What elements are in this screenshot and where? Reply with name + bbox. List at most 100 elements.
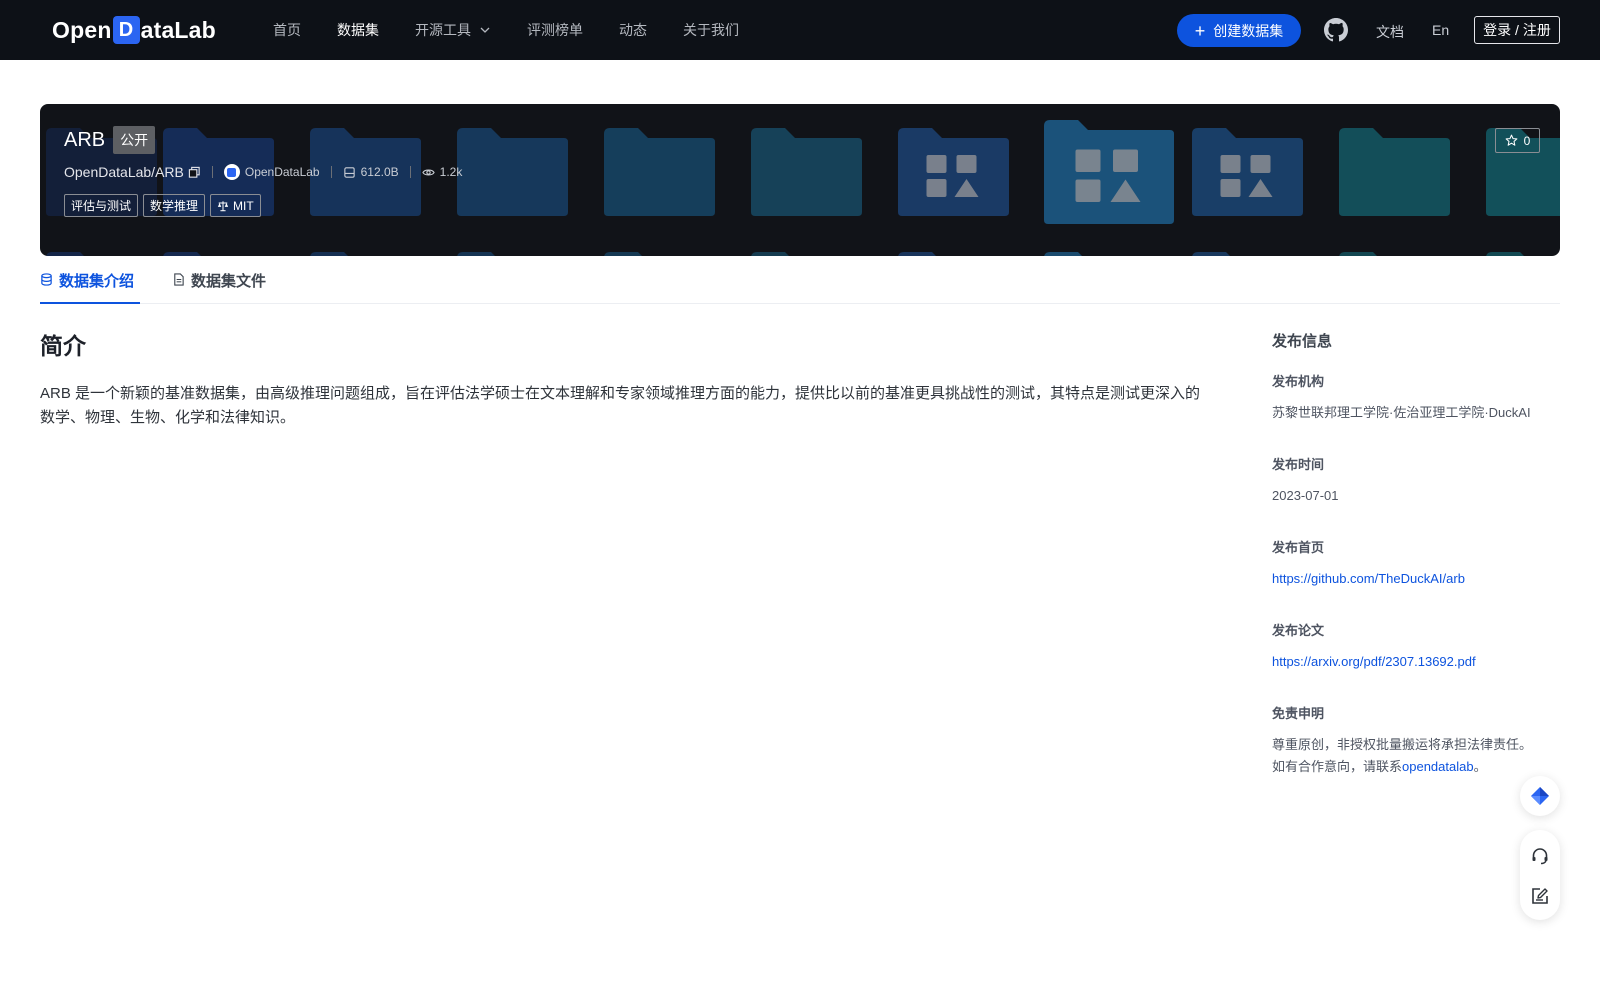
chevron-down-icon <box>480 27 490 33</box>
disclaimer-block: 免责申明 尊重原创，非授权批量搬运将承担法律责任。 如有合作意向，请联系open… <box>1272 703 1562 778</box>
nav-item-label: 动态 <box>619 22 647 38</box>
nav-item-news[interactable]: 动态 <box>619 20 647 40</box>
dataset-meta-row: OpenDataLab/ARB OpenDataLab 612.0B 1.2k <box>64 164 462 180</box>
dataset-org[interactable]: OpenDataLab <box>223 164 320 180</box>
logo-text-prefix: Open <box>52 16 112 43</box>
scale-icon <box>217 200 229 211</box>
publisher-block: 发布机构 苏黎世联邦理工学院·佐治亚理工学院·DuckAI <box>1272 371 1562 424</box>
docs-link[interactable]: 文档 <box>1376 22 1404 42</box>
nav-item-leaderboard[interactable]: 评测榜单 <box>527 20 583 40</box>
meta-divider <box>409 166 411 178</box>
assistant-logo-icon <box>1531 787 1549 805</box>
star-icon <box>1505 134 1518 146</box>
folder-decoration-icon <box>1040 248 1157 256</box>
dataset-size-value: 612.0B <box>360 165 399 179</box>
nav-item-label: 开源工具 <box>415 22 471 38</box>
publisher-label: 发布机构 <box>1272 374 1325 389</box>
release-info-title: 发布信息 <box>1272 333 1333 350</box>
folder-decoration-icon <box>1335 124 1452 218</box>
folder-decoration-icon <box>453 124 570 218</box>
tag-math-reasoning[interactable]: 数学推理 <box>143 194 206 217</box>
release-date-value: 2023-07-01 <box>1272 488 1339 503</box>
tag-evaluation[interactable]: 评估与测试 <box>64 194 139 217</box>
folder-decoration-icon <box>600 124 717 218</box>
main-nav: 首页 数据集 开源工具 评测榜单 动态 关于我们 <box>273 0 775 60</box>
folder-decoration-icon <box>894 248 1011 256</box>
visibility-badge: 公开 <box>113 126 156 154</box>
folder-decoration-icon <box>306 248 423 256</box>
folder-decoration-icon <box>453 248 570 256</box>
folder-decoration-icon <box>1188 248 1305 256</box>
language-switch-link[interactable]: En <box>1432 22 1449 38</box>
folder-decoration-icon <box>747 124 864 218</box>
dataset-views-value: 1.2k <box>439 165 463 179</box>
nav-item-label: 关于我们 <box>683 22 739 38</box>
folder-decoration-icon <box>894 124 1011 218</box>
tab-label: 数据集介绍 <box>59 273 135 290</box>
release-date-block: 发布时间 2023-07-01 <box>1272 454 1562 507</box>
tab-dataset-files[interactable]: 数据集文件 <box>172 270 266 304</box>
contact-link[interactable]: opendatalab <box>1402 759 1474 774</box>
logo-d-mark: D <box>112 16 140 44</box>
plus-icon: + <box>1194 20 1206 41</box>
intro-paragraph: ARB 是一个新颖的基准数据集，由高级推理问题组成，旨在评估法学硕士在文本理解和… <box>40 385 1201 426</box>
folder-decoration-icon <box>1335 248 1452 256</box>
license-tag[interactable]: MIT <box>210 194 261 217</box>
login-register-button[interactable]: 登录 / 注册 <box>1474 16 1560 44</box>
folder-decoration-icon <box>1040 116 1176 226</box>
release-info-sidebar: 发布信息 发布机构 苏黎世联邦理工学院·佐治亚理工学院·DuckAI 发布时间 … <box>1272 330 1562 778</box>
dataset-banner: ARB 公开 OpenDataLab/ARB OpenDataLab 612.0… <box>40 104 1560 256</box>
copy-icon[interactable] <box>188 166 201 179</box>
assistant-button[interactable] <box>1520 776 1560 816</box>
eye-icon <box>421 169 435 175</box>
feedback-edit-icon[interactable] <box>1530 886 1550 906</box>
opendatalab-logo[interactable]: Open DataLab <box>52 14 216 46</box>
folder-decoration-icon <box>1188 124 1305 218</box>
dataset-views: 1.2k <box>421 165 463 179</box>
disclaimer-label: 免责申明 <box>1272 706 1325 721</box>
create-dataset-button[interactable]: + 创建数据集 <box>1177 14 1301 47</box>
disclaimer-text: 尊重原创，非授权批量搬运将承担法律责任。 如有合作意向，请联系opendatal… <box>1272 734 1562 778</box>
storage-icon <box>343 166 355 178</box>
dataset-size: 612.0B <box>343 165 399 179</box>
tab-label: 数据集文件 <box>191 273 267 290</box>
org-name: OpenDataLab <box>244 165 320 179</box>
nav-item-label: 评测榜单 <box>527 22 583 38</box>
paper-block: 发布论文 https://arxiv.org/pdf/2307.13692.pd… <box>1272 620 1562 673</box>
dataset-title-row: ARB 公开 <box>64 126 462 154</box>
create-dataset-label: 创建数据集 <box>1213 22 1284 39</box>
github-icon[interactable] <box>1324 18 1348 42</box>
homepage-link[interactable]: https://github.com/TheDuckAI/arb <box>1272 571 1465 586</box>
org-avatar-icon <box>223 164 240 180</box>
star-count: 0 <box>1523 133 1531 148</box>
nav-item-label: 首页 <box>273 22 301 38</box>
publisher-value: 苏黎世联邦理工学院·佐治亚理工学院·DuckAI <box>1272 405 1531 420</box>
folder-decoration-icon <box>159 248 276 256</box>
homepage-label: 发布首页 <box>1272 540 1325 555</box>
nav-item-datasets[interactable]: 数据集 <box>337 20 379 40</box>
nav-item-about[interactable]: 关于我们 <box>683 20 739 40</box>
folder-decoration-icon <box>42 248 159 256</box>
top-navbar: Open DataLab 首页 数据集 开源工具 评测榜单 动态 关于我们 + 创… <box>0 0 1600 60</box>
disclaimer-period: 。 <box>1473 759 1487 774</box>
license-label: MIT <box>233 198 254 213</box>
paper-link[interactable]: https://arxiv.org/pdf/2307.13692.pdf <box>1272 654 1476 669</box>
folder-decoration-icon <box>1482 248 1560 256</box>
headset-icon[interactable] <box>1530 846 1550 866</box>
dataset-path: OpenDataLab/ARB <box>64 164 184 180</box>
file-icon <box>174 273 184 286</box>
dataset-tabs: 数据集介绍 数据集文件 <box>40 262 1560 304</box>
release-date-label: 发布时间 <box>1272 457 1325 472</box>
star-button[interactable]: 0 <box>1495 128 1540 153</box>
nav-item-label: 数据集 <box>337 22 379 38</box>
disclaimer-line-1: 尊重原创，非授权批量搬运将承担法律责任。 <box>1272 737 1533 752</box>
dataset-title: ARB <box>64 128 106 151</box>
meta-divider <box>330 166 332 178</box>
intro-heading: 简介 <box>40 333 86 359</box>
floating-action-group <box>1520 830 1560 920</box>
nav-item-open-tools[interactable]: 开源工具 <box>415 20 491 40</box>
tab-dataset-intro[interactable]: 数据集介绍 <box>40 270 140 304</box>
nav-item-home[interactable]: 首页 <box>273 20 301 40</box>
meta-divider <box>211 166 213 178</box>
logo-text-suffix: ataLab <box>140 16 216 43</box>
